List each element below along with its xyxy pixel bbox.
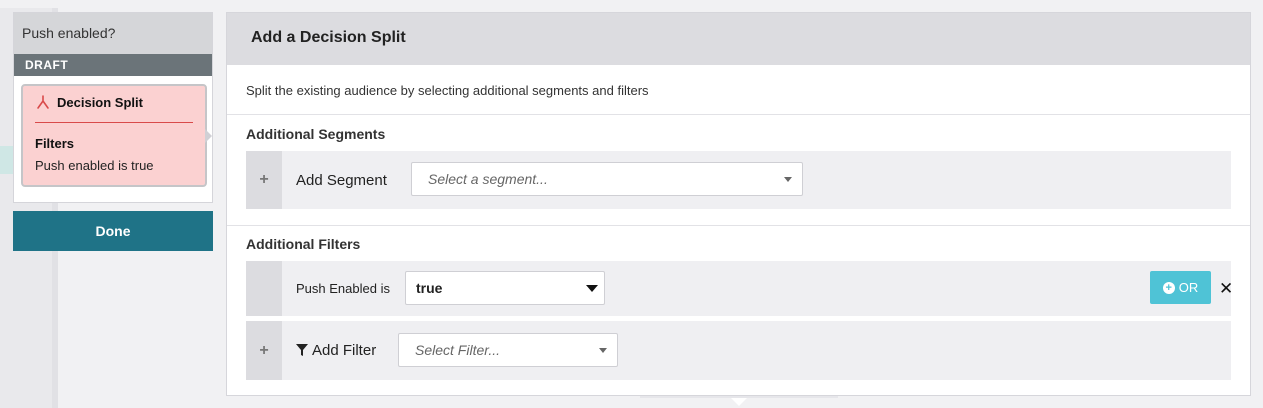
filters-section-label: Additional Filters: [246, 236, 361, 252]
chevron-down-icon: [784, 177, 792, 182]
plus-icon[interactable]: +: [246, 151, 282, 209]
decision-split-card[interactable]: Decision Split Filters Push enabled is t…: [21, 84, 207, 187]
add-segment-row: + Add Segment Select a segment...: [246, 151, 1231, 209]
add-filter-label: Add Filter: [296, 342, 376, 359]
filter-icon: [296, 343, 308, 356]
card-header: Decision Split: [35, 94, 193, 110]
chevron-down-icon: [599, 348, 607, 353]
add-filter-text: Add Filter: [312, 342, 377, 359]
split-icon: [35, 94, 51, 110]
node-title: Push enabled?: [14, 13, 212, 54]
segment-select-placeholder: Select a segment...: [428, 171, 548, 187]
segment-select[interactable]: Select a segment...: [411, 162, 803, 196]
filter-row-label: Push Enabled is: [296, 281, 390, 296]
card-title: Decision Split: [57, 94, 143, 110]
node-pointer-arrow: [205, 129, 212, 143]
add-filter-row: + Add Filter Select Filter...: [246, 321, 1231, 380]
section-divider: [227, 225, 1250, 226]
segments-section-label: Additional Segments: [246, 126, 386, 142]
card-filter-text: Push enabled is true: [35, 158, 154, 173]
chevron-down-icon: [586, 285, 598, 292]
node-panel: Push enabled? DRAFT Decision Split Filte…: [13, 12, 213, 203]
or-label: OR: [1178, 280, 1199, 295]
modal-description: Split the existing audience by selecting…: [227, 65, 1250, 115]
node-status-bar: DRAFT: [14, 54, 212, 76]
card-filters-label: Filters: [35, 136, 75, 151]
card-divider: [35, 122, 193, 123]
plus-icon[interactable]: +: [246, 321, 282, 380]
plus-circle-icon: +: [1162, 281, 1175, 294]
add-segment-label: Add Segment: [296, 171, 387, 189]
drag-handle[interactable]: [246, 261, 282, 316]
background-active-marker: [0, 146, 14, 174]
background-caret: [731, 398, 747, 406]
filter-value-select[interactable]: true: [405, 271, 605, 305]
filter-row: Push Enabled is true + OR ✕: [246, 261, 1233, 316]
filter-select[interactable]: Select Filter...: [398, 333, 618, 367]
filter-select-placeholder: Select Filter...: [415, 342, 501, 358]
decision-split-modal: Add a Decision Split Split the existing …: [226, 12, 1251, 396]
close-icon[interactable]: ✕: [1219, 279, 1233, 299]
filter-value: true: [416, 280, 443, 296]
done-button[interactable]: Done: [13, 211, 213, 251]
modal-title: Add a Decision Split: [227, 13, 1250, 65]
or-button[interactable]: + OR: [1150, 271, 1211, 304]
